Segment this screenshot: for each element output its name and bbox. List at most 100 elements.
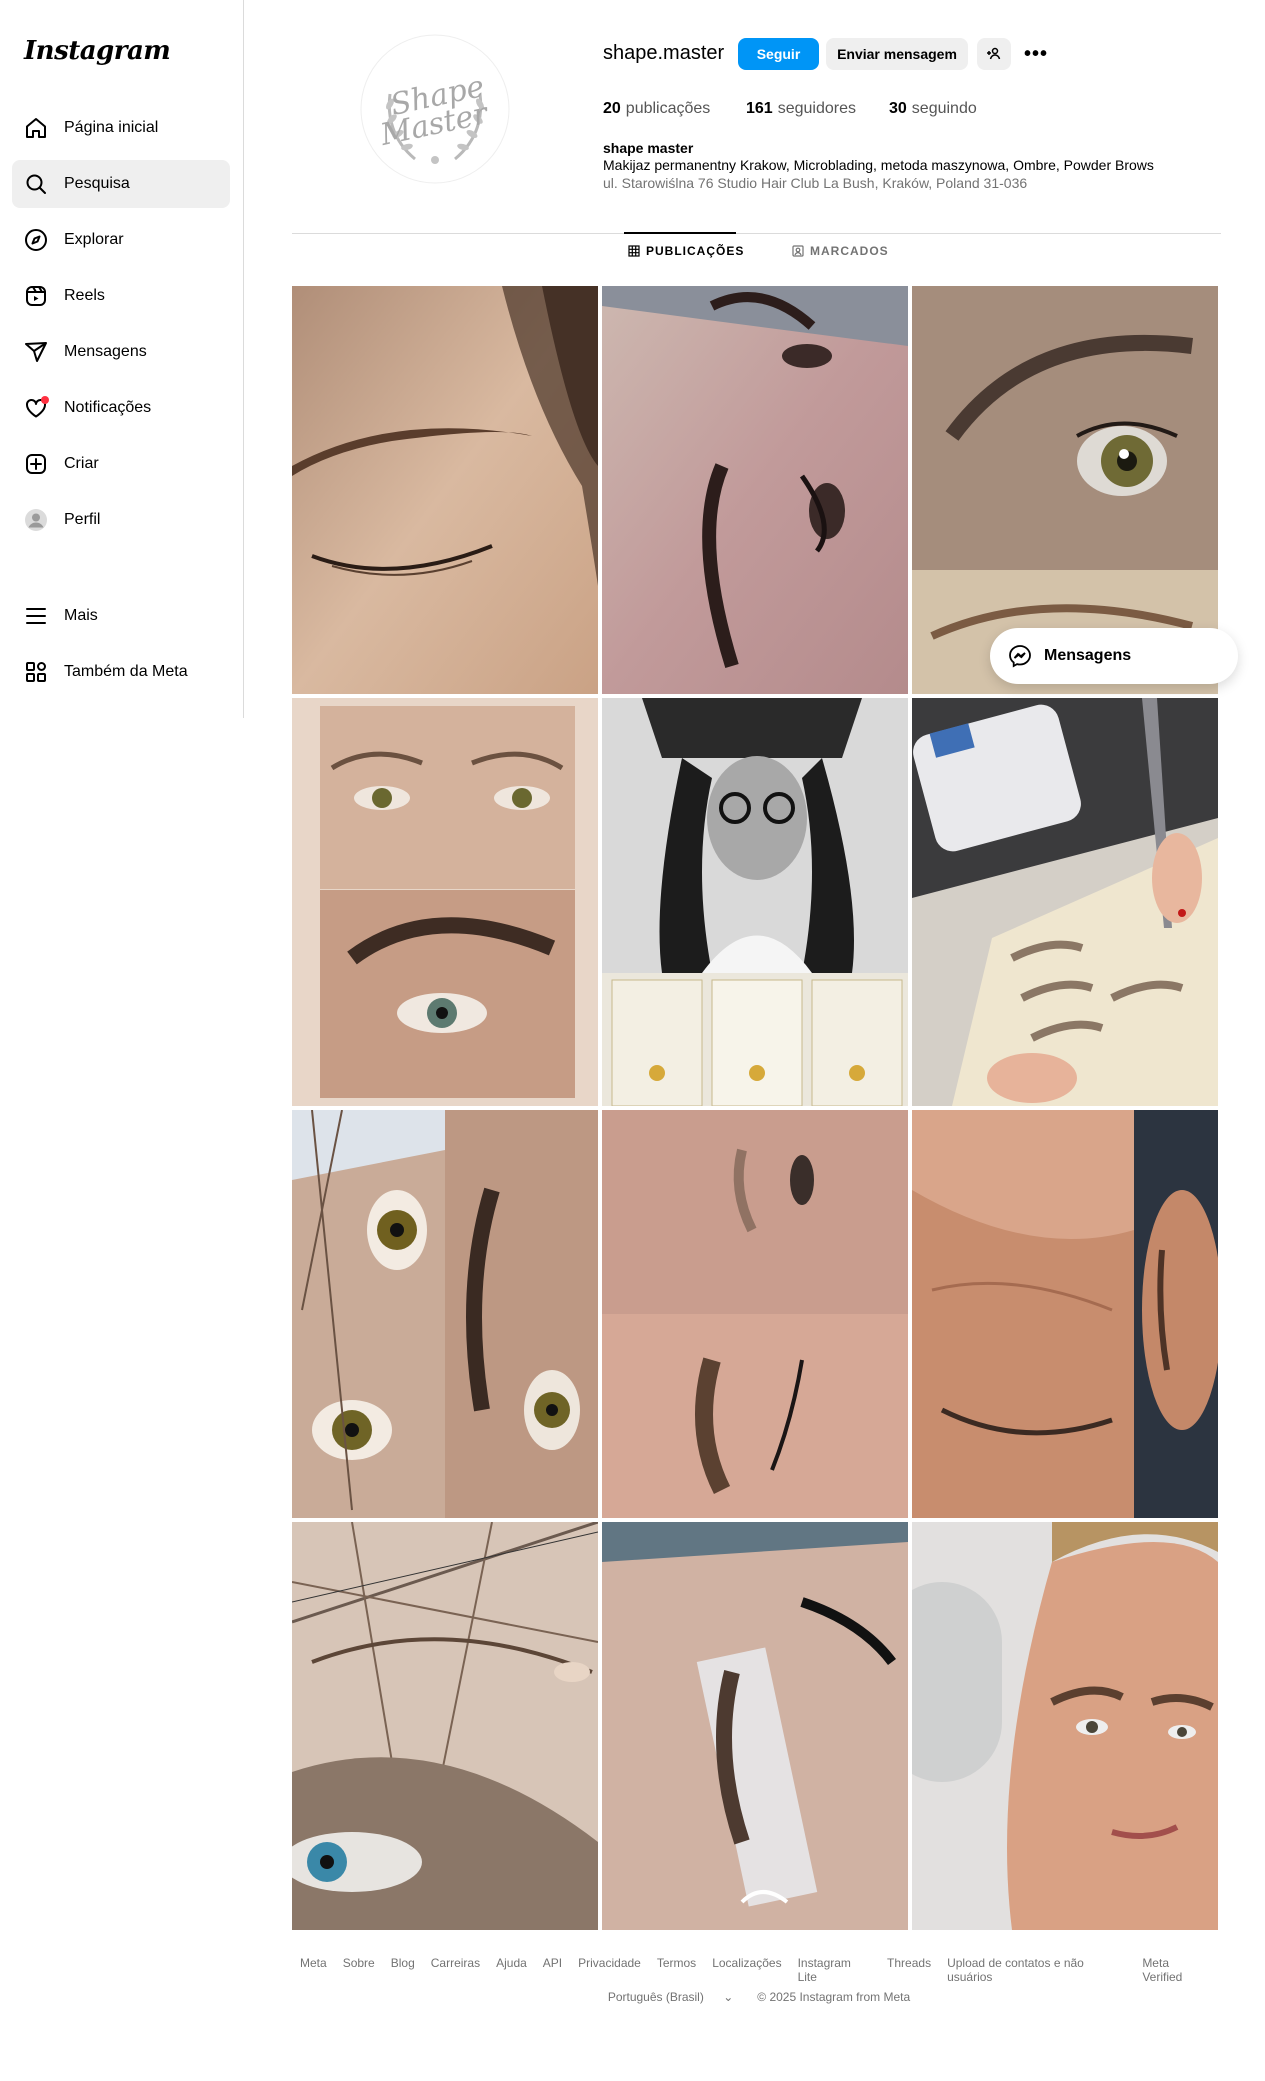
bio-address[interactable]: ul. Starowiślna 76 Studio Hair Club La B… xyxy=(603,175,1027,191)
compass-icon xyxy=(24,228,48,252)
followers-count: 161 xyxy=(746,100,773,117)
sidebar-item-label: Mensagens xyxy=(64,343,147,360)
add-user-icon xyxy=(987,47,1001,60)
tab-posts-label: PUBLICAÇÕES xyxy=(646,244,745,258)
following-count: 30 xyxy=(889,100,907,117)
post-tile[interactable] xyxy=(602,1110,908,1518)
meta-apps-icon xyxy=(24,660,48,684)
footer-link[interactable]: API xyxy=(543,1956,562,1984)
sidebar-item-search[interactable]: Pesquisa xyxy=(12,160,230,208)
footer-link[interactable]: Termos xyxy=(657,1956,696,1984)
floating-messages-button[interactable]: Mensagens xyxy=(990,628,1238,684)
sidebar-item-label: Reels xyxy=(64,287,105,304)
footer-link[interactable]: Meta xyxy=(300,1956,327,1984)
sidebar-item-reels[interactable]: Reels xyxy=(12,272,230,320)
post-image xyxy=(292,1110,598,1518)
following-stat[interactable]: 30 seguindo xyxy=(889,100,977,118)
footer-bottom: Português (Brasil) ⌄ © 2025 Instagram fr… xyxy=(292,1990,1218,2004)
post-image xyxy=(292,698,598,1106)
heart-icon xyxy=(24,396,49,420)
follow-button[interactable]: Seguir xyxy=(738,38,819,70)
more-options-icon[interactable]: ••• xyxy=(1022,42,1050,66)
tab-tagged[interactable]: MARCADOS xyxy=(792,244,889,258)
post-tile[interactable] xyxy=(912,1110,1218,1518)
suggest-user-button[interactable] xyxy=(977,38,1011,70)
active-tab-indicator xyxy=(624,232,736,234)
notification-dot xyxy=(41,396,49,404)
bio-name: shape master xyxy=(603,140,694,156)
post-tile[interactable] xyxy=(292,1522,598,1930)
sidebar-item-label: Página inicial xyxy=(64,119,159,136)
tagged-icon xyxy=(792,245,804,257)
footer-links: Meta Sobre Blog Carreiras Ajuda API Priv… xyxy=(292,1956,1218,1984)
footer-link[interactable]: Threads xyxy=(887,1956,931,1984)
sidebar-item-explore[interactable]: Explorar xyxy=(12,216,230,264)
post-tile[interactable] xyxy=(602,1522,908,1930)
posts-stat: 20 publicações xyxy=(603,100,710,118)
sidebar-item-messages[interactable]: Mensagens xyxy=(12,328,230,376)
send-message-button[interactable]: Enviar mensagem xyxy=(826,38,968,70)
tab-tagged-label: MARCADOS xyxy=(810,244,889,258)
copyright-text: © 2025 Instagram from Meta xyxy=(757,1990,911,2004)
post-image xyxy=(292,1522,598,1930)
footer-link[interactable]: Blog xyxy=(391,1956,415,1984)
menu-icon xyxy=(24,604,48,628)
post-image xyxy=(602,1110,908,1518)
post-tile[interactable] xyxy=(292,698,598,1106)
sidebar-item-label: Perfil xyxy=(64,511,101,528)
followers-label: seguidores xyxy=(777,100,856,117)
plus-square-icon xyxy=(24,452,48,476)
send-icon xyxy=(24,340,48,364)
footer-link[interactable]: Meta Verified xyxy=(1142,1956,1210,1984)
tab-posts[interactable]: PUBLICAÇÕES xyxy=(628,244,744,258)
sidebar-item-profile[interactable]: Perfil xyxy=(12,496,230,544)
post-image xyxy=(602,698,908,1106)
profile-avatar[interactable]: Shape Master xyxy=(360,34,510,184)
posts-label: publicações xyxy=(625,100,711,117)
floating-messages-label: Mensagens xyxy=(1044,647,1132,664)
messenger-icon xyxy=(1009,645,1031,668)
post-tile[interactable] xyxy=(912,698,1218,1106)
post-image xyxy=(912,1522,1218,1930)
sidebar-item-label: Pesquisa xyxy=(64,175,130,192)
language-label: Português (Brasil) xyxy=(607,1990,704,2004)
sidebar-item-label: Mais xyxy=(64,607,98,624)
instagram-logo[interactable]: Instagram xyxy=(24,36,171,66)
sidebar-item-more[interactable]: Mais xyxy=(12,592,230,640)
post-image xyxy=(292,286,598,694)
sidebar-item-label: Também da Meta xyxy=(64,663,188,680)
footer-link[interactable]: Ajuda xyxy=(496,1956,527,1984)
sidebar-item-create[interactable]: Criar xyxy=(12,440,230,488)
sidebar-item-notifications[interactable]: Notificações xyxy=(12,384,230,432)
sidebar-item-label: Criar xyxy=(64,455,99,472)
home-icon xyxy=(24,116,48,140)
profile-username: shape.master xyxy=(603,42,725,64)
post-tile[interactable] xyxy=(912,1522,1218,1930)
tabs-divider xyxy=(292,233,1221,234)
post-image xyxy=(912,698,1218,1106)
post-tile[interactable] xyxy=(292,1110,598,1518)
followers-stat[interactable]: 161 seguidores xyxy=(746,100,856,118)
footer-link[interactable]: Carreiras xyxy=(431,1956,480,1984)
post-image xyxy=(602,286,908,694)
post-tile[interactable] xyxy=(602,286,908,694)
footer-link[interactable]: Localizações xyxy=(712,1956,781,1984)
footer-link[interactable]: Instagram Lite xyxy=(798,1956,871,1984)
bio-text: Makijaz permanentny Krakow, Microblading… xyxy=(603,157,1154,173)
footer-link[interactable]: Privacidade xyxy=(578,1956,641,1984)
grid-icon xyxy=(628,245,640,257)
language-selector[interactable]: Português (Brasil) ⌄ xyxy=(600,1990,741,2004)
post-image xyxy=(912,1110,1218,1518)
footer-link[interactable]: Sobre xyxy=(343,1956,375,1984)
reels-icon xyxy=(24,284,48,308)
sidebar: Instagram Página inicial Pesquisa Explor… xyxy=(0,0,244,718)
footer-link[interactable]: Upload de contatos e não usuários xyxy=(947,1956,1126,1984)
post-tile[interactable] xyxy=(292,286,598,694)
sidebar-item-label: Explorar xyxy=(64,231,124,248)
search-icon xyxy=(24,172,48,196)
following-label: seguindo xyxy=(911,100,977,117)
sidebar-item-home[interactable]: Página inicial xyxy=(12,104,230,152)
sidebar-item-meta[interactable]: Também da Meta xyxy=(12,648,230,696)
post-tile[interactable] xyxy=(602,698,908,1106)
posts-count: 20 xyxy=(603,100,621,117)
